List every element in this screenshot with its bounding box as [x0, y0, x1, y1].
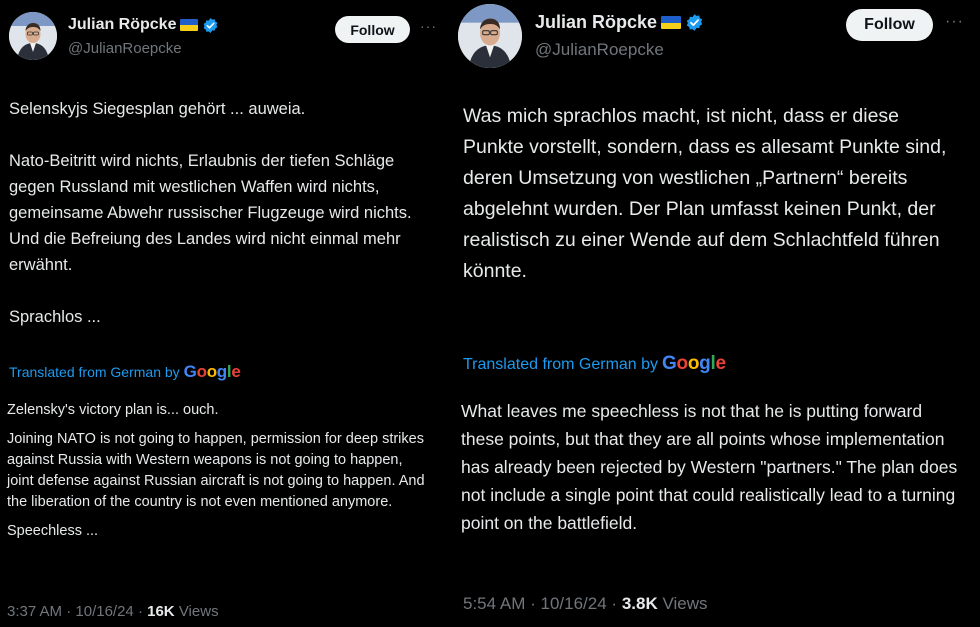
- views-count: 16K: [147, 603, 175, 620]
- translation-text: Zelensky's victory plan is... ouch. Join…: [7, 400, 432, 542]
- avatar-photo: [458, 4, 522, 68]
- tweet-card-left: Julian Röpcke @JulianRoepcke Follow ··· …: [0, 0, 440, 627]
- more-options-icon[interactable]: ···: [420, 18, 437, 34]
- avatar-photo: [9, 12, 57, 60]
- translation-text: What leaves me speechless is not that he…: [461, 397, 961, 537]
- author-name[interactable]: Julian Röpcke: [535, 12, 657, 33]
- translated-from-link[interactable]: Translated from German by Google: [463, 353, 726, 375]
- translated-label: Translated from German by: [9, 364, 180, 380]
- google-logo-icon: Google: [662, 353, 726, 374]
- tweet-meta: 3:37 AM · 10/16/24 · 16K Views: [7, 603, 219, 620]
- follow-button[interactable]: Follow: [335, 16, 410, 43]
- translated-label: Translated from German by: [463, 356, 659, 373]
- google-logo-icon: Google: [183, 362, 241, 381]
- translated-from-link[interactable]: Translated from German by Google: [9, 362, 241, 382]
- follow-button[interactable]: Follow: [846, 9, 933, 41]
- tweet-paragraph: Sprachlos ...: [9, 308, 101, 326]
- divider: [440, 0, 447, 627]
- tweet-date[interactable]: 10/16/24: [75, 603, 133, 620]
- avatar[interactable]: [458, 4, 522, 68]
- tweet-date[interactable]: 10/16/24: [541, 594, 607, 613]
- verified-badge-icon: [204, 17, 218, 33]
- tweet-paragraph: Nato-Beitritt wird nichts, Erlaubnis der…: [9, 152, 412, 274]
- tweet-time[interactable]: 5:54 AM: [463, 594, 525, 613]
- ukraine-flag-icon: [661, 16, 682, 29]
- author-handle[interactable]: @JulianRoepcke: [535, 40, 664, 60]
- more-options-icon[interactable]: ···: [945, 13, 964, 31]
- tweet-time[interactable]: 3:37 AM: [7, 603, 62, 620]
- tweet-paragraph: Selenskyjs Siegesplan gehört ... auweia.: [9, 100, 306, 118]
- views-count: 3.8K: [621, 594, 658, 613]
- ukraine-flag-icon: [180, 19, 199, 31]
- author-name-row[interactable]: Julian Röpcke: [68, 16, 219, 34]
- tweet-text: Was mich sprachlos macht, ist nicht, das…: [463, 101, 963, 287]
- translation-paragraph: What leaves me speechless is not that he…: [461, 401, 958, 533]
- tweet-card-right: Julian Röpcke @JulianRoepcke Follow ··· …: [447, 0, 980, 627]
- views-label: Views: [178, 603, 219, 620]
- author-name[interactable]: Julian Röpcke: [68, 16, 176, 34]
- author-name-row[interactable]: Julian Röpcke: [535, 12, 704, 33]
- author-handle[interactable]: @JulianRoepcke: [68, 40, 182, 57]
- translation-paragraph: Joining NATO is not going to happen, per…: [7, 431, 425, 510]
- translation-paragraph: Zelensky's victory plan is... ouch.: [7, 402, 219, 418]
- avatar[interactable]: [9, 12, 57, 60]
- translation-paragraph: Speechless ...: [7, 523, 99, 539]
- verified-badge-icon: [686, 14, 703, 31]
- tweet-meta: 5:54 AM · 10/16/24 · 3.8K Views: [463, 594, 708, 613]
- tweet-paragraph: Was mich sprachlos macht, ist nicht, das…: [463, 105, 947, 282]
- tweet-text: Selenskyjs Siegesplan gehört ... auweia.…: [9, 96, 419, 330]
- views-label: Views: [662, 594, 708, 613]
